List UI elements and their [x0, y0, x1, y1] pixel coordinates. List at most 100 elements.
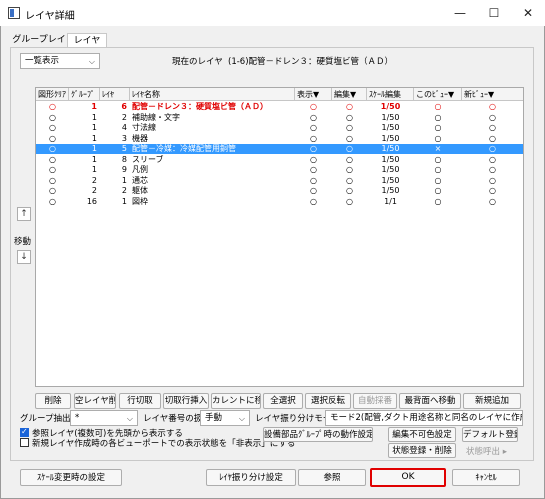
cell-show[interactable]: ○ [295, 186, 332, 196]
cell-thisview[interactable]: ○ [414, 165, 462, 175]
cell-scale[interactable]: 1/50 [367, 155, 414, 165]
col-header-scale[interactable]: ｽｹｰﾙ編集 [367, 88, 414, 101]
table-row[interactable]: ○ 16 1 図枠 ○ ○ 1/1 ○ ○ [36, 197, 523, 207]
edit-disable-color-button[interactable]: 編集不可色設定 [388, 427, 456, 442]
insert-cut-row-button[interactable]: 切取行挿入 [163, 393, 209, 409]
cell-newview[interactable]: ○ [462, 113, 523, 123]
move-down-button[interactable]: ↓ [17, 250, 31, 264]
cell-layer[interactable]: 1 [100, 176, 130, 186]
cell-show[interactable]: ○ [295, 144, 332, 154]
cell-clear[interactable]: ○ [36, 155, 69, 165]
cell-edit[interactable]: ○ [332, 165, 367, 175]
table-row[interactable]: ○ 2 2 躯体 ○ ○ 1/50 ○ ○ [36, 186, 523, 196]
table-row[interactable]: ○ 2 1 通芯 ○ ○ 1/50 ○ ○ [36, 176, 523, 186]
cell-edit[interactable]: ○ [332, 134, 367, 144]
cell-edit[interactable]: ○ [332, 155, 367, 165]
cell-thisview[interactable]: ○ [414, 186, 462, 196]
col-header-clear[interactable]: 図形ｸﾘｱ [36, 88, 69, 101]
cell-name[interactable]: 配管－ドレン３：硬質塩ビ管（ＡＤ） [130, 102, 295, 112]
state-export-button[interactable]: 状態呼出 ▸ [466, 445, 507, 457]
cell-layer[interactable]: 2 [100, 186, 130, 196]
ok-button[interactable]: OK [370, 468, 446, 487]
cell-edit[interactable]: ○ [332, 113, 367, 123]
table-row[interactable]: ○ 1 3 機器 ○ ○ 1/50 ○ ○ [36, 134, 523, 144]
cell-name[interactable]: スリーブ [130, 155, 295, 165]
cell-show[interactable]: ○ [295, 123, 332, 133]
cell-name[interactable]: 躯体 [130, 186, 295, 196]
cell-group[interactable]: 2 [69, 186, 100, 196]
cell-clear[interactable]: ○ [36, 176, 69, 186]
equip-group-settings-button[interactable]: 設備部品ｸﾞﾙｰﾌﾟ時の動作設定 [263, 427, 373, 442]
cell-group[interactable]: 16 [69, 197, 100, 207]
cell-edit[interactable]: ○ [332, 186, 367, 196]
cell-layer[interactable]: 3 [100, 134, 130, 144]
col-header-show[interactable]: 表示▼ [295, 88, 332, 101]
cell-newview[interactable]: ○ [462, 176, 523, 186]
col-header-edit[interactable]: 編集▼ [332, 88, 367, 101]
cell-show[interactable]: ○ [295, 134, 332, 144]
mode-select[interactable]: モード2(配管,ダクト用途名称と同名のレイヤに作成 ⌵ [325, 410, 523, 426]
cell-name[interactable]: 凡例 [130, 165, 295, 175]
scale-change-settings-button[interactable]: ｽｹｰﾙ変更時の設定 [20, 469, 122, 486]
new-layer-hidden-checkbox[interactable] [20, 438, 29, 447]
default-register-button[interactable]: デフォルト登録 [462, 427, 518, 442]
cell-thisview[interactable]: ○ [414, 123, 462, 133]
table-row[interactable]: ○ 1 5 配管－冷媒：冷媒配管用銅管 ○ ○ 1/50 × ○ [36, 144, 523, 154]
cell-group[interactable]: 1 [69, 123, 100, 133]
group-extract-select[interactable]: * ⌵ [70, 410, 138, 426]
table-row[interactable]: ○ 1 9 凡例 ○ ○ 1/50 ○ ○ [36, 165, 523, 175]
cell-edit[interactable]: ○ [332, 123, 367, 133]
cell-show[interactable]: ○ [295, 165, 332, 175]
cell-newview[interactable]: ○ [462, 155, 523, 165]
cell-clear[interactable]: ○ [36, 165, 69, 175]
col-header-thisview[interactable]: このﾋﾞｭｰ▼ [414, 88, 462, 101]
cell-layer[interactable]: 5 [100, 144, 130, 154]
cell-thisview[interactable]: ○ [414, 155, 462, 165]
cancel-button[interactable]: ｷｬﾝｾﾙ [452, 469, 520, 486]
auto-number-button[interactable]: 自動採番 [353, 393, 397, 409]
cell-thisview[interactable]: ○ [414, 113, 462, 123]
layer-sort-settings-button[interactable]: ﾚｲﾔ振り分け設定 [206, 469, 296, 486]
cell-layer[interactable]: 8 [100, 155, 130, 165]
cell-group[interactable]: 1 [69, 113, 100, 123]
cell-scale[interactable]: 1/50 [367, 176, 414, 186]
cell-clear[interactable]: ○ [36, 123, 69, 133]
col-header-name[interactable]: ﾚｲﾔ名称 [130, 88, 295, 101]
cell-scale[interactable]: 1/50 [367, 165, 414, 175]
cell-group[interactable]: 1 [69, 102, 100, 112]
cut-row-button[interactable]: 行切取 [119, 393, 161, 409]
cell-edit[interactable]: ○ [332, 102, 367, 112]
cell-name[interactable]: 図枠 [130, 197, 295, 207]
state-register-button[interactable]: 状態登録・削除 [388, 443, 456, 458]
cell-clear[interactable]: ○ [36, 197, 69, 207]
cell-newview[interactable]: ○ [462, 123, 523, 133]
cell-show[interactable]: ○ [295, 176, 332, 186]
invert-selection-button[interactable]: 選択反転 [305, 393, 351, 409]
maximize-button[interactable]: ☐ [477, 0, 511, 26]
ref-layer-checkbox[interactable] [20, 427, 29, 437]
cell-newview[interactable]: ○ [462, 134, 523, 144]
cell-thisview[interactable]: ○ [414, 134, 462, 144]
table-row[interactable]: ○ 1 4 寸法線 ○ ○ 1/50 ○ ○ [36, 123, 523, 133]
table-row[interactable]: ○ 1 8 スリーブ ○ ○ 1/50 ○ ○ [36, 155, 523, 165]
cell-edit[interactable]: ○ [332, 197, 367, 207]
tab-group-layer[interactable]: グループレイヤ [12, 33, 66, 60]
cell-clear[interactable]: ○ [36, 113, 69, 123]
table-row[interactable]: ○ 1 6 配管－ドレン３：硬質塩ビ管（ＡＤ） ○ ○ 1/50 ○ ○ [36, 102, 523, 112]
cell-show[interactable]: ○ [295, 113, 332, 123]
table-row[interactable]: ○ 1 2 補助線・文字 ○ ○ 1/50 ○ ○ [36, 113, 523, 123]
layer-number-select[interactable]: 手動 ⌵ [200, 410, 250, 426]
cell-group[interactable]: 1 [69, 155, 100, 165]
select-all-button[interactable]: 全選択 [263, 393, 303, 409]
cell-name[interactable]: 補助線・文字 [130, 113, 295, 123]
cell-scale[interactable]: 1/50 [367, 123, 414, 133]
cell-newview[interactable]: ○ [462, 186, 523, 196]
cell-scale[interactable]: 1/50 [367, 144, 414, 154]
cell-edit[interactable]: ○ [332, 144, 367, 154]
cell-layer[interactable]: 4 [100, 123, 130, 133]
cell-scale[interactable]: 1/1 [367, 197, 414, 207]
minimize-button[interactable]: — [443, 0, 477, 26]
cell-scale[interactable]: 1/50 [367, 113, 414, 123]
cell-group[interactable]: 1 [69, 165, 100, 175]
cell-scale[interactable]: 1/50 [367, 186, 414, 196]
